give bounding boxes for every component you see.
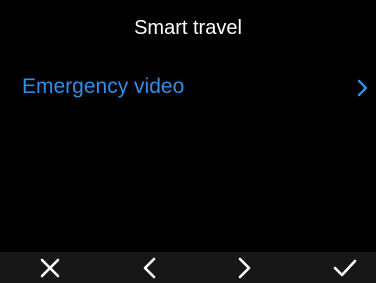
previous-button[interactable] xyxy=(136,256,164,280)
check-icon xyxy=(331,256,359,280)
next-button[interactable] xyxy=(230,256,258,280)
menu-item-label: Emergency video xyxy=(22,75,185,98)
chevron-left-icon xyxy=(136,256,164,280)
screen: Smart travel Emergency video xyxy=(0,0,376,283)
close-icon xyxy=(36,256,64,280)
chevron-right-icon xyxy=(230,256,258,280)
confirm-button[interactable] xyxy=(331,256,359,280)
chevron-right-icon xyxy=(356,78,370,98)
page-title: Smart travel xyxy=(134,17,242,39)
bottom-action-bar xyxy=(0,252,376,283)
menu-item-emergency-video[interactable]: Emergency video xyxy=(0,70,376,104)
cancel-button[interactable] xyxy=(36,256,64,280)
